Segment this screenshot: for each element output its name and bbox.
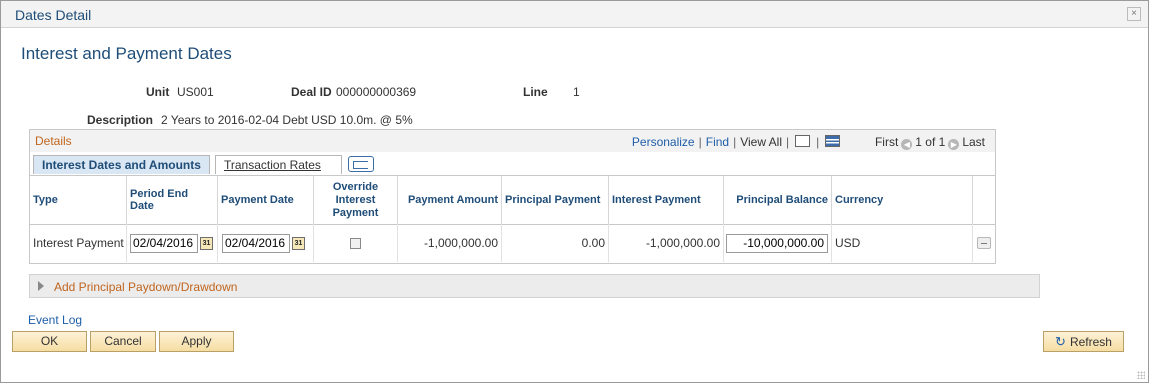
description-label: Description (87, 113, 154, 127)
row-count: 1 of 1 (915, 135, 946, 149)
cell-type: Interest Payment (30, 224, 127, 262)
col-type: Type (30, 176, 127, 224)
last-arrow-icon[interactable]: ▶ (948, 139, 960, 150)
unit-label: Unit (146, 85, 170, 99)
cancel-button[interactable]: Cancel (90, 331, 156, 352)
line-label: Line (523, 85, 548, 99)
col-payment-date: Payment Date (218, 176, 314, 224)
period-end-date-input[interactable] (130, 233, 198, 253)
zoom-grid-icon[interactable] (795, 135, 811, 147)
cell-payment-date: 31 (218, 224, 314, 262)
ok-button[interactable]: OK (12, 331, 87, 352)
first-link[interactable]: First (875, 135, 898, 149)
download-grid-icon[interactable] (825, 135, 841, 147)
find-link[interactable]: Find (706, 135, 729, 149)
col-payment-amount: Payment Amount (398, 176, 502, 224)
payment-date-input[interactable] (222, 233, 290, 253)
deal-id-value: 000000000369 (336, 85, 417, 99)
personalize-link[interactable]: Personalize (632, 135, 695, 149)
tab-interest-dates-amounts[interactable]: Interest Dates and Amounts (33, 155, 210, 174)
calendar-icon[interactable]: 31 (200, 236, 213, 250)
grid-header-row: Type Period End Date Payment Date Overri… (30, 175, 995, 225)
col-actions (973, 176, 995, 224)
dates-detail-window: Dates Detail × Interest and Payment Date… (0, 0, 1149, 383)
close-icon[interactable]: × (1127, 7, 1141, 21)
col-override-interest: Override Interest Payment (314, 176, 398, 224)
table-row: Interest Payment 31 31 -1,000,000.00 0.0… (30, 224, 995, 262)
col-principal-balance: Principal Balance (724, 176, 832, 224)
principal-paydown-section[interactable]: Add Principal Paydown/Drawdown (29, 274, 1040, 298)
cell-principal-balance (724, 224, 832, 262)
deal-id-label: Deal ID (291, 85, 332, 99)
apply-button[interactable]: Apply (159, 331, 234, 352)
override-interest-checkbox[interactable] (350, 237, 361, 249)
first-arrow-icon[interactable]: ◀ (901, 139, 913, 150)
event-log-link[interactable]: Event Log (28, 313, 82, 327)
principal-balance-input[interactable] (726, 233, 828, 253)
col-principal-payment: Principal Payment (502, 176, 609, 224)
cell-interest-payment: -1,000,000.00 (609, 224, 724, 262)
page-title: Interest and Payment Dates (21, 44, 232, 63)
last-link[interactable]: Last (962, 135, 985, 149)
line-value: 1 (573, 85, 580, 99)
refresh-icon: ↻ (1055, 334, 1066, 349)
calendar-icon[interactable]: 31 (292, 236, 305, 250)
cell-actions (973, 224, 995, 262)
show-all-columns-icon[interactable] (348, 156, 374, 172)
grid-navigation: Personalize | Find | View All | | First ◀ 1 of 1… (631, 135, 985, 150)
resize-grip[interactable] (1137, 371, 1145, 379)
details-grid: Details Personalize | Find | View All | | Firs… (29, 129, 996, 264)
col-currency: Currency (832, 176, 973, 224)
col-period-end-date: Period End Date (127, 176, 218, 224)
view-all-link[interactable]: View All (740, 135, 782, 149)
expand-arrow-icon[interactable] (38, 281, 44, 291)
cell-period-end-date: 31 (127, 224, 218, 262)
unit-value: US001 (177, 85, 214, 99)
cell-currency: USD (832, 224, 973, 262)
refresh-label: Refresh (1069, 335, 1112, 349)
window-titlebar: Dates Detail × (1, 1, 1148, 28)
cell-principal-payment: 0.00 (502, 224, 609, 262)
description-value: 2 Years to 2016-02-04 Debt USD 10.0m. @ … (161, 113, 413, 127)
details-header: Details Personalize | Find | View All | | Firs… (30, 130, 995, 152)
tab-transaction-rates[interactable]: Transaction Rates (215, 155, 342, 174)
cell-payment-amount: -1,000,000.00 (398, 224, 502, 262)
window-title: Dates Detail (15, 7, 92, 23)
delete-row-icon[interactable] (977, 237, 991, 249)
col-interest-payment: Interest Payment (609, 176, 724, 224)
details-title: Details (35, 134, 72, 148)
cell-override (314, 224, 398, 262)
refresh-button[interactable]: ↻ Refresh (1043, 331, 1124, 352)
principal-paydown-label[interactable]: Add Principal Paydown/Drawdown (54, 280, 237, 294)
